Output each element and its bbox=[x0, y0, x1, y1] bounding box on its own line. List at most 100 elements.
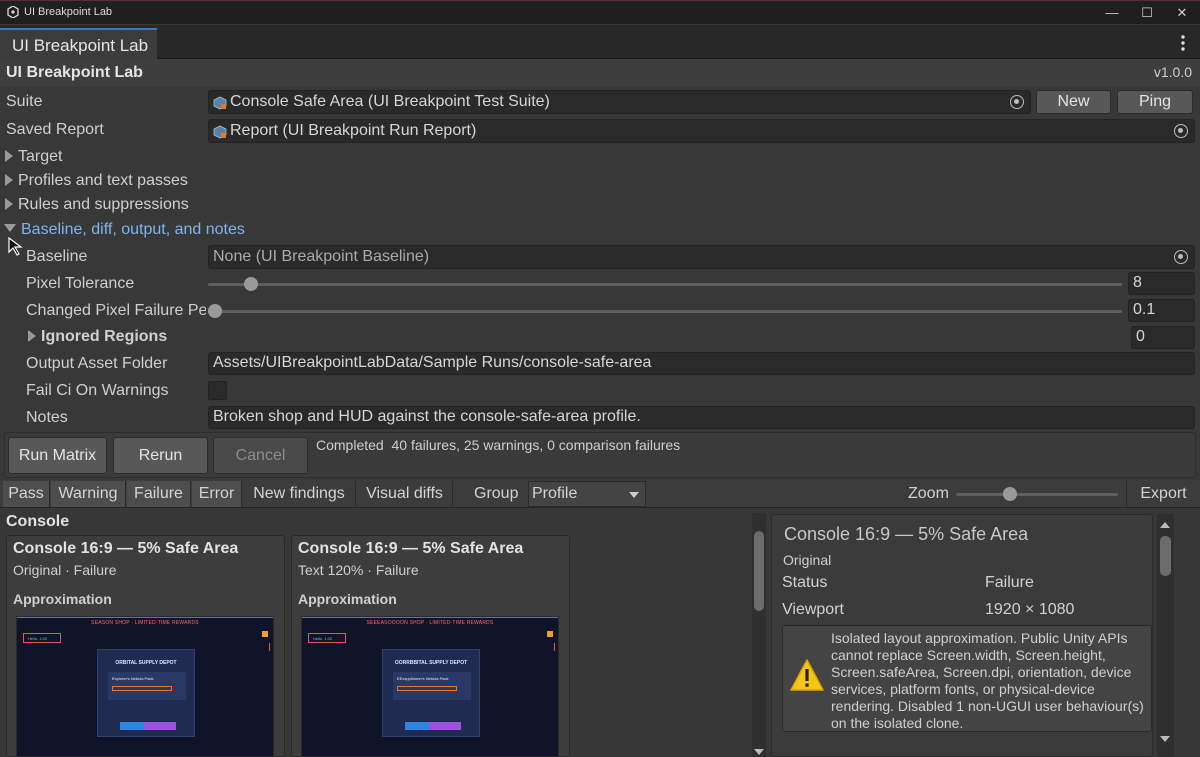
filter-error-toggle[interactable]: Error bbox=[192, 481, 242, 507]
suite-label: Suite bbox=[6, 93, 43, 110]
close-button[interactable]: ✕ bbox=[1172, 3, 1192, 23]
changed-pixel-input[interactable]: 0.1 bbox=[1128, 299, 1195, 322]
group-dropdown[interactable]: Profile bbox=[528, 481, 646, 507]
suite-field[interactable]: Console Safe Area (UI Breakpoint Test Su… bbox=[208, 90, 1031, 114]
detail-scrollbar[interactable] bbox=[1157, 514, 1174, 757]
fail-ci-label: Fail Ci On Warnings bbox=[26, 382, 169, 399]
filter-visual-diffs-toggle[interactable]: Visual diffs bbox=[357, 481, 453, 507]
changed-pixel-label: Changed Pixel Failure Pe bbox=[26, 302, 206, 319]
saved-report-value: Report (UI Breakpoint Run Report) bbox=[230, 122, 477, 139]
rerun-button[interactable]: Rerun bbox=[113, 437, 208, 474]
new-button[interactable]: New bbox=[1036, 90, 1111, 114]
zoom-slider-handle[interactable] bbox=[1003, 487, 1018, 501]
thumb-currency-icon bbox=[547, 631, 553, 637]
unity-logo-icon bbox=[7, 6, 19, 18]
foldout-arrow-icon bbox=[28, 330, 36, 342]
baseline-field[interactable]: None (UI Breakpoint Baseline) bbox=[208, 245, 1195, 269]
filter-pass-toggle[interactable]: Pass bbox=[3, 481, 50, 507]
results-section-title: Console bbox=[6, 513, 70, 530]
thumb-item-title: EExxpplloorer's Nebula Pack bbox=[397, 676, 449, 681]
notes-input[interactable]: Broken shop and HUD against the console-… bbox=[208, 406, 1195, 429]
foldout-label: Ignored Regions bbox=[41, 328, 168, 345]
pixel-tolerance-input[interactable]: 8 bbox=[1128, 272, 1195, 295]
fail-ci-checkbox[interactable] bbox=[208, 381, 227, 400]
thumb-banner: SEASON SHOP - LIMITED-TIME REWARDS bbox=[91, 620, 199, 626]
result-card[interactable]: Console 16:9 — 5% Safe Area Original · F… bbox=[6, 535, 285, 757]
pixel-tolerance-slider-handle[interactable] bbox=[244, 277, 258, 291]
foldout-target[interactable]: Target bbox=[5, 148, 62, 166]
ignored-regions-count-input[interactable]: 0 bbox=[1131, 326, 1195, 349]
suite-value: Console Safe Area (UI Breakpoint Test Su… bbox=[230, 93, 550, 110]
results-scrollbar[interactable] bbox=[752, 513, 766, 757]
output-folder-label: Output Asset Folder bbox=[26, 355, 168, 372]
object-picker-icon[interactable] bbox=[1174, 250, 1188, 264]
foldout-label: Target bbox=[18, 148, 63, 165]
filter-failure-toggle[interactable]: Failure bbox=[127, 481, 191, 507]
export-button[interactable]: Export bbox=[1126, 481, 1200, 507]
foldout-profiles[interactable]: Profiles and text passes bbox=[5, 172, 188, 190]
foldout-arrow-icon bbox=[4, 224, 16, 232]
saved-report-field[interactable]: Report (UI Breakpoint Run Report) bbox=[208, 119, 1195, 143]
zoom-track[interactable] bbox=[956, 493, 1118, 496]
thumb-banner: SEEEASOOOON SHOP - LIMITED-TIME REWARDS bbox=[366, 620, 494, 626]
object-picker-icon[interactable] bbox=[1010, 95, 1024, 109]
changed-pixel-track[interactable] bbox=[208, 310, 1122, 313]
scroll-down-icon[interactable] bbox=[754, 749, 764, 755]
pixel-tolerance-track[interactable] bbox=[208, 283, 1122, 286]
minimize-button[interactable]: — bbox=[1102, 3, 1122, 23]
mouse-cursor-icon bbox=[8, 237, 23, 256]
detail-scrollbar-thumb[interactable] bbox=[1160, 536, 1171, 576]
scroll-down-icon[interactable] bbox=[1160, 736, 1170, 742]
detail-title: Console 16:9 — 5% Safe Area bbox=[784, 524, 1029, 544]
foldout-arrow-icon bbox=[5, 198, 13, 210]
asset-cube-icon bbox=[213, 96, 227, 110]
tab-strip: UI Breakpoint Lab bbox=[0, 25, 1200, 59]
run-panel: Run Matrix Rerun Cancel Completed 40 fai… bbox=[4, 432, 1196, 478]
foldout-ignored-regions[interactable]: Ignored Regions bbox=[28, 328, 167, 346]
result-card[interactable]: Console 16:9 — 5% Safe Area Text 120% · … bbox=[291, 535, 570, 757]
approximation-label: Approximation bbox=[13, 591, 112, 607]
group-label: Group bbox=[474, 485, 519, 502]
object-picker-icon[interactable] bbox=[1174, 124, 1188, 138]
detail-variant: Original bbox=[783, 552, 832, 568]
run-matrix-button[interactable]: Run Matrix bbox=[8, 437, 107, 474]
changed-pixel-slider-handle[interactable] bbox=[208, 304, 222, 318]
asset-cube-icon bbox=[213, 125, 227, 139]
thumb-currency-icon bbox=[262, 631, 268, 637]
zoom-label: Zoom bbox=[908, 485, 949, 502]
thumb-modal-title: ORBITAL SUPPLY DEPOT bbox=[115, 660, 177, 666]
card-subtitle: Original · Failure bbox=[13, 562, 117, 578]
card-subtitle: Text 120% · Failure bbox=[298, 562, 419, 578]
scroll-up-icon[interactable] bbox=[1160, 522, 1170, 528]
foldout-label: Profiles and text passes bbox=[18, 172, 188, 189]
saved-report-label: Saved Report bbox=[6, 121, 104, 138]
tab-ui-breakpoint-lab[interactable]: UI Breakpoint Lab bbox=[0, 28, 157, 59]
title-bar: UI Breakpoint Lab — ☐ ✕ bbox=[0, 0, 1200, 24]
detail-status-label: Status bbox=[782, 574, 828, 591]
foldout-rules[interactable]: Rules and suppressions bbox=[5, 196, 189, 214]
thumb-modal-title: OORRBBITAL SUPPLY DEPOT bbox=[394, 660, 468, 666]
more-options-icon[interactable] bbox=[1176, 33, 1190, 53]
foldout-arrow-icon bbox=[5, 174, 13, 186]
card-title: Console 16:9 — 5% Safe Area bbox=[13, 540, 239, 557]
ping-button[interactable]: Ping bbox=[1117, 90, 1193, 114]
foldout-label: Baseline, diff, output, and notes bbox=[21, 221, 245, 238]
output-folder-input[interactable]: Assets/UIBreakpointLabData/Sample Runs/c… bbox=[208, 352, 1195, 375]
foldout-baseline-section[interactable]: Baseline, diff, output, and notes bbox=[4, 221, 245, 239]
pixel-tolerance-label: Pixel Tolerance bbox=[26, 275, 135, 292]
filter-new-findings-toggle[interactable]: New findings bbox=[243, 481, 356, 507]
thumb-modal: OORRBBITAL SUPPLY DEPOT EExxpplloorer's … bbox=[382, 649, 480, 737]
foldout-label: Rules and suppressions bbox=[18, 196, 189, 213]
maximize-button[interactable]: ☐ bbox=[1137, 3, 1157, 23]
detail-status-value: Failure bbox=[985, 574, 1034, 591]
approximation-label: Approximation bbox=[298, 591, 397, 607]
changed-pixel-label-wrap: Changed Pixel Failure Pe bbox=[26, 302, 206, 320]
results-scrollbar-thumb[interactable] bbox=[754, 531, 764, 611]
version-label: v1.0.0 bbox=[1153, 64, 1192, 80]
baseline-label: Baseline bbox=[26, 248, 88, 265]
warning-icon bbox=[790, 659, 824, 691]
filter-warning-toggle[interactable]: Warning bbox=[51, 481, 126, 507]
result-thumbnail: SEASON SHOP - LIMITED-TIME REWARDS Hello… bbox=[16, 616, 274, 756]
cancel-button[interactable]: Cancel bbox=[213, 437, 308, 474]
warning-helpbox: Isolated layout approximation. Public Un… bbox=[782, 625, 1152, 732]
